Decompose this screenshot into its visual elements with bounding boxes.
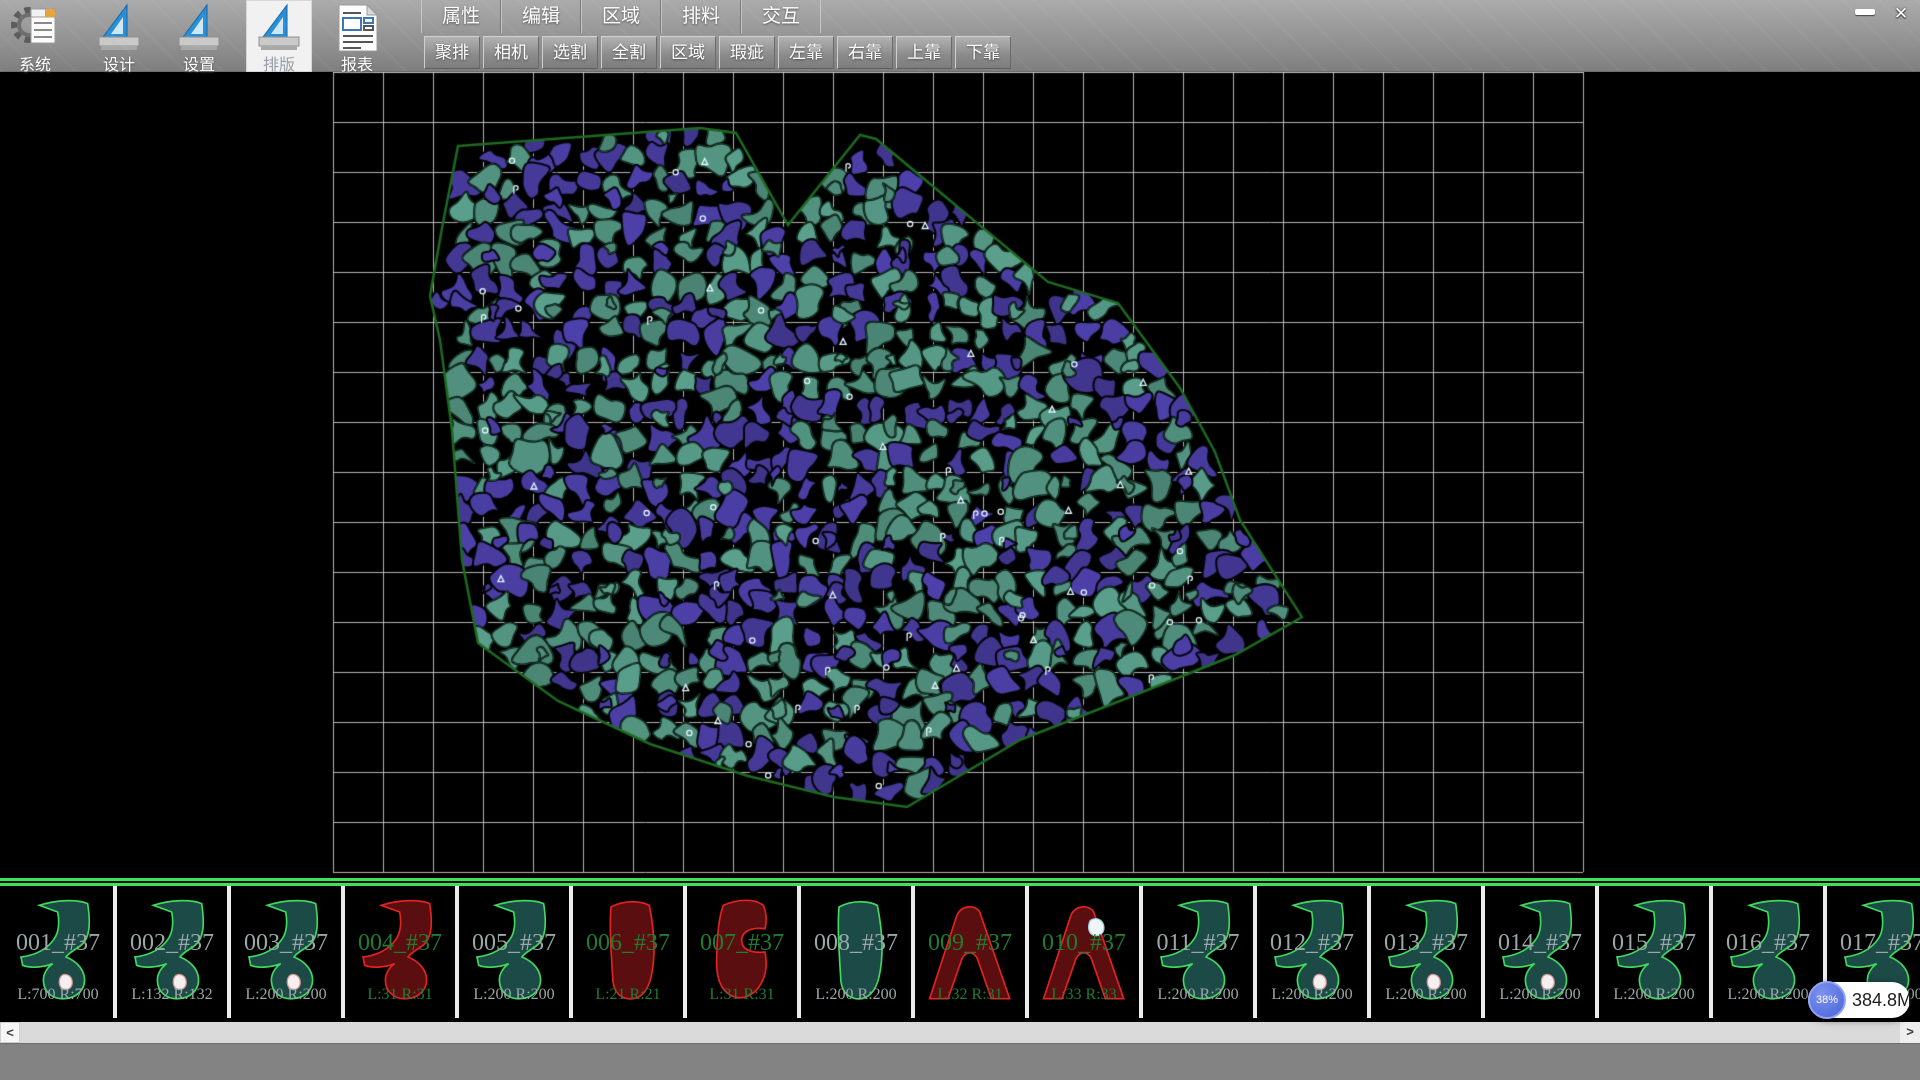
piece-lr-count: L:33 R:33 (1029, 986, 1139, 1004)
piece-lr-count: L:32 R:31 (915, 986, 1025, 1004)
piece-lr-count: L:200 R:200 (231, 986, 341, 1004)
thumbnail-cell[interactable]: 002_#37 L:132 R:132 (117, 886, 231, 1018)
piece-lr-count: L:200 R:200 (1713, 986, 1823, 1004)
menu-interaction[interactable]: 交互 (741, 0, 821, 33)
thumbnail-cell[interactable]: 004_#37 L:31 R:31 (345, 886, 459, 1018)
strip-border (0, 878, 1920, 886)
tab-system[interactable]: 系统 (2, 0, 68, 72)
horizontal-scrollbar[interactable]: < > (0, 1022, 1920, 1043)
scroll-right-button[interactable]: > (1900, 1022, 1920, 1043)
app-window: 系统 设计 设置 (0, 0, 1920, 1080)
piece-lr-count: L:21 R:21 (573, 986, 683, 1004)
thumbnail-cell[interactable]: 010_#37 L:33 R:33 (1029, 886, 1143, 1018)
piece-lr-count: L:200 R:200 (1371, 986, 1481, 1004)
tool-align-right[interactable]: 右靠 (837, 36, 893, 69)
piece-id: 016_#37 (1713, 930, 1823, 957)
piece-id: 003_#37 (231, 930, 341, 957)
thumbnail-cell[interactable]: 008_#37 L:200 R:200 (801, 886, 915, 1018)
scrollbar-track[interactable] (20, 1022, 1900, 1043)
thumbnail-cell[interactable]: 001_#37 L:700 R:700 (3, 886, 117, 1018)
minimize-icon (1855, 9, 1875, 15)
piece-id: 001_#37 (3, 930, 113, 957)
system-icon (9, 3, 61, 53)
window-controls: ✕ (1850, 2, 1916, 26)
piece-id: 004_#37 (345, 930, 455, 957)
piece-id: 010_#37 (1029, 930, 1139, 957)
menu-edit[interactable]: 编辑 (501, 0, 581, 33)
thumbnail-cell[interactable]: 006_#37 L:21 R:21 (573, 886, 687, 1018)
thumbnail-cell[interactable]: 005_#37 L:200 R:200 (459, 886, 573, 1018)
tab-design[interactable]: 设计 (86, 0, 152, 72)
piece-lr-count: L:200 R:200 (1599, 986, 1709, 1004)
piece-id: 017_#37 (1827, 930, 1920, 957)
menu-nesting[interactable]: 排料 (661, 0, 741, 33)
tool-align-bottom[interactable]: 下靠 (955, 36, 1011, 69)
piece-id: 006_#37 (573, 930, 683, 957)
bottom-band (0, 1043, 1920, 1080)
tab-label: 系统 (2, 51, 68, 75)
thumbnail-cell[interactable]: 013_#37 L:200 R:200 (1371, 886, 1485, 1018)
progress-circle: 38% (1808, 981, 1846, 1019)
tool-cut-all[interactable]: 全割 (601, 36, 657, 69)
tool-align-left[interactable]: 左靠 (778, 36, 834, 69)
thumbnail-cell[interactable]: 014_#37 L:200 R:200 (1485, 886, 1599, 1018)
piece-id: 008_#37 (801, 930, 911, 957)
piece-id: 015_#37 (1599, 930, 1709, 957)
memory-badge: 38% 384.8M (1808, 982, 1910, 1018)
tool-camera[interactable]: 相机 (483, 36, 539, 69)
piece-id: 002_#37 (117, 930, 227, 957)
tab-label: 设置 (166, 51, 232, 75)
toolbar: 系统 设计 设置 (0, 0, 1920, 72)
thumbnail-cell[interactable]: 003_#37 L:200 R:200 (231, 886, 345, 1018)
tool-align-top[interactable]: 上靠 (896, 36, 952, 69)
thumbnail-cell[interactable]: 007_#37 L:31 R:31 (687, 886, 801, 1018)
thumbnail-cells: 001_#37 L:700 R:700 002_#37 L:132 R:132 … (0, 886, 1920, 1020)
piece-id: 013_#37 (1371, 930, 1481, 957)
tool-region[interactable]: 区域 (660, 36, 716, 69)
piece-id: 014_#37 (1485, 930, 1595, 957)
tool-cluster-nest[interactable]: 聚排 (424, 36, 480, 69)
piece-lr-count: L:200 R:200 (1143, 986, 1253, 1004)
minimize-button[interactable] (1850, 2, 1880, 26)
thumbnail-strip: 001_#37 L:700 R:700 002_#37 L:132 R:132 … (0, 878, 1920, 1020)
menubar: 属性 编辑 区域 排料 交互 (421, 0, 821, 33)
report-icon (331, 3, 383, 53)
tab-settings[interactable]: 设置 (166, 0, 232, 72)
nesting-canvas[interactable] (0, 72, 1920, 878)
piece-lr-count: L:200 R:200 (1257, 986, 1367, 1004)
piece-lr-count: L:200 R:200 (1485, 986, 1595, 1004)
close-button[interactable]: ✕ (1886, 2, 1916, 26)
tool-select-cut[interactable]: 选割 (542, 36, 598, 69)
piece-id: 011_#37 (1143, 930, 1253, 957)
thumbnail-cell[interactable]: 009_#37 L:32 R:31 (915, 886, 1029, 1018)
piece-id: 009_#37 (915, 930, 1025, 957)
piece-lr-count: L:700 R:700 (3, 986, 113, 1004)
memory-label: 384.8M (1852, 982, 1912, 1018)
tool-defect[interactable]: 瑕疵 (719, 36, 775, 69)
settings-icon (173, 3, 225, 53)
thumbnail-cell[interactable]: 012_#37 L:200 R:200 (1257, 886, 1371, 1018)
design-icon (93, 3, 145, 53)
piece-lr-count: L:200 R:200 (459, 986, 569, 1004)
piece-id: 005_#37 (459, 930, 569, 957)
tab-label: 设计 (86, 51, 152, 75)
layout-icon (253, 3, 305, 53)
piece-lr-count: L:31 R:31 (345, 986, 455, 1004)
piece-lr-count: L:31 R:31 (687, 986, 797, 1004)
menu-region[interactable]: 区域 (581, 0, 661, 33)
thumbnail-cell[interactable]: 015_#37 L:200 R:200 (1599, 886, 1713, 1018)
thumbnail-cell[interactable]: 011_#37 L:200 R:200 (1143, 886, 1257, 1018)
piece-lr-count: L:200 R:200 (801, 986, 911, 1004)
tab-label: 报表 (324, 51, 390, 75)
piece-id: 007_#37 (687, 930, 797, 957)
tab-layout[interactable]: 排版 (246, 0, 312, 72)
menu-properties[interactable]: 属性 (421, 0, 501, 33)
tab-report[interactable]: 报表 (324, 0, 390, 72)
piece-lr-count: L:132 R:132 (117, 986, 227, 1004)
tab-label: 排版 (246, 51, 312, 75)
tool-row: 聚排 相机 选割 全割 区域 瑕疵 左靠 右靠 上靠 下靠 (424, 36, 1011, 69)
scroll-left-button[interactable]: < (0, 1022, 20, 1043)
piece-id: 012_#37 (1257, 930, 1367, 957)
